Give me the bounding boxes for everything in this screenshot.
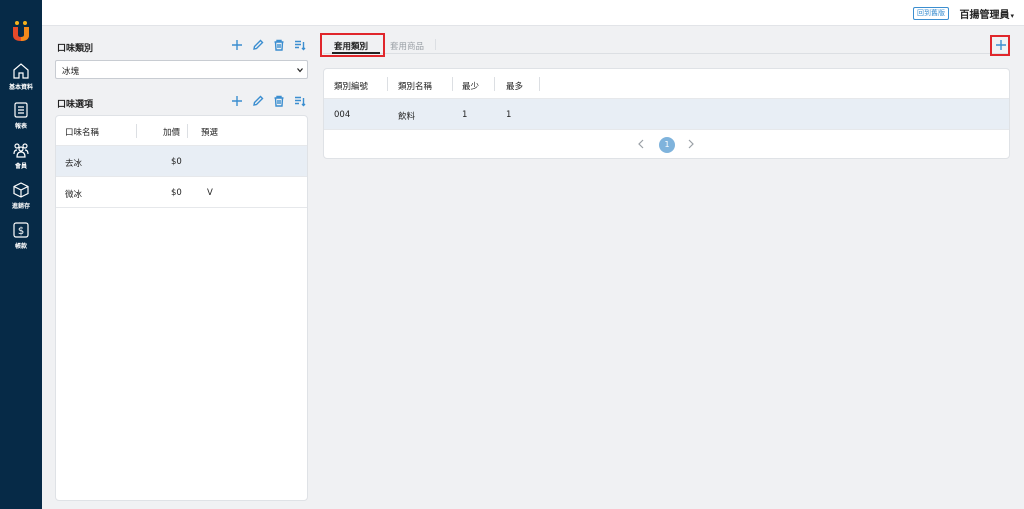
column-header-name: 類別名稱: [398, 82, 433, 92]
previous-page-button[interactable]: [637, 139, 647, 151]
category-name-cell: 飲料: [398, 112, 416, 122]
table-header: 類別編號 類別名稱 最少 最多: [324, 69, 1009, 99]
pencil-icon: [252, 95, 263, 106]
flavor-category-toolbar: [230, 38, 306, 52]
sidebar: 基本資料 報表 會員 進銷存 $ 帳款: [0, 0, 42, 509]
tab-apply-product[interactable]: 套用商品: [390, 40, 424, 52]
column-divider: [494, 77, 495, 91]
pencil-icon: [252, 39, 263, 50]
flavor-options-title: 口味選項: [57, 100, 94, 110]
sidebar-item-label: 進銷存: [11, 203, 30, 210]
flavor-options-table: 口味名稱 加價 預選 去冰 $0 微冰 $0 V: [55, 115, 308, 501]
column-divider: [387, 77, 388, 91]
sidebar-item-label: 帳款: [14, 243, 27, 250]
table-row[interactable]: 去冰 $0: [56, 146, 307, 177]
back-to-old-version-button[interactable]: 回到舊版: [913, 7, 949, 20]
delete-option-button[interactable]: [272, 94, 285, 108]
highlight-box-active-tab: [320, 33, 385, 57]
column-divider: [136, 124, 137, 138]
brand-logo-icon: [13, 21, 29, 41]
svg-text:$: $: [18, 226, 24, 237]
sort-category-button[interactable]: [293, 38, 306, 52]
sidebar-item-inventory[interactable]: 進銷存: [0, 181, 42, 210]
column-header-min: 最少: [462, 82, 480, 92]
sidebar-item-label: 基本資料: [8, 84, 33, 91]
user-name: 百揚管理員: [959, 10, 1010, 21]
option-price-cell: $0: [171, 188, 182, 198]
chevron-right-icon: [688, 139, 694, 149]
chevron-down-icon: ▾: [1010, 12, 1014, 20]
sidebar-item-label: 報表: [14, 123, 27, 130]
edit-category-button[interactable]: [251, 38, 264, 52]
table-header: 口味名稱 加價 預選: [56, 116, 307, 146]
column-header-price: 加價: [163, 128, 181, 138]
sidebar-item-label: 會員: [14, 163, 27, 170]
column-header-name: 口味名稱: [65, 128, 100, 138]
chevron-down-icon: [297, 68, 303, 73]
column-divider: [187, 124, 188, 138]
table-row[interactable]: 微冰 $0 V: [56, 177, 307, 208]
delete-category-button[interactable]: [272, 38, 285, 52]
sidebar-item-basic-data[interactable]: 基本資料: [0, 62, 42, 91]
tab-bar: 套用類別 套用商品: [323, 36, 1010, 54]
page-number-button[interactable]: 1: [659, 137, 675, 153]
chevron-left-icon: [638, 139, 644, 149]
plus-icon: [231, 96, 242, 106]
table-row[interactable]: 004 飲料 1 1: [324, 99, 1009, 130]
flavor-category-title: 口味類別: [57, 44, 94, 54]
column-header-max: 最多: [506, 82, 524, 92]
column-header-code: 類別編號: [334, 82, 369, 92]
tab-divider: [435, 39, 436, 50]
trash-icon: [274, 95, 283, 107]
add-category-button[interactable]: [230, 38, 243, 52]
sort-icon: [294, 40, 305, 51]
flavor-category-selected-value: 冰塊: [62, 67, 80, 77]
flavor-category-header: 口味類別: [55, 38, 308, 54]
sort-option-button[interactable]: [293, 94, 306, 108]
dollar-icon: $: [13, 222, 29, 238]
category-code-cell: 004: [334, 110, 351, 120]
option-name-cell: 去冰: [65, 159, 83, 169]
sidebar-item-accounts[interactable]: $ 帳款: [0, 221, 42, 250]
flavor-options-header: 口味選項: [55, 94, 308, 110]
category-min-cell: 1: [462, 110, 468, 120]
option-name-cell: 微冰: [65, 190, 83, 200]
add-option-button[interactable]: [230, 94, 243, 108]
flavor-category-select[interactable]: 冰塊: [55, 60, 308, 79]
home-icon: [13, 63, 29, 79]
edit-option-button[interactable]: [251, 94, 264, 108]
sidebar-item-members[interactable]: 會員: [0, 141, 42, 170]
trash-icon: [274, 39, 283, 51]
column-divider: [452, 77, 453, 91]
option-default-cell: V: [207, 188, 213, 198]
flavor-options-toolbar: [230, 94, 306, 108]
inventory-box-icon: [13, 182, 29, 198]
sidebar-item-reports[interactable]: 報表: [0, 101, 42, 130]
column-divider: [539, 77, 540, 91]
column-header-default: 預選: [201, 128, 219, 138]
members-icon: [13, 143, 29, 158]
sort-icon: [294, 96, 305, 107]
option-price-cell: $0: [171, 157, 182, 167]
category-table: 類別編號 類別名稱 最少 最多 004 飲料 1 1 1: [323, 68, 1010, 159]
pagination: 1: [324, 130, 1009, 158]
plus-icon: [231, 40, 242, 50]
highlight-box-add-button: [990, 35, 1010, 56]
next-page-button[interactable]: [687, 139, 697, 151]
user-menu[interactable]: 百揚管理員▾: [959, 6, 1014, 21]
report-icon: [14, 102, 28, 118]
top-bar: 回到舊版 百揚管理員▾: [42, 0, 1024, 26]
category-max-cell: 1: [506, 110, 512, 120]
